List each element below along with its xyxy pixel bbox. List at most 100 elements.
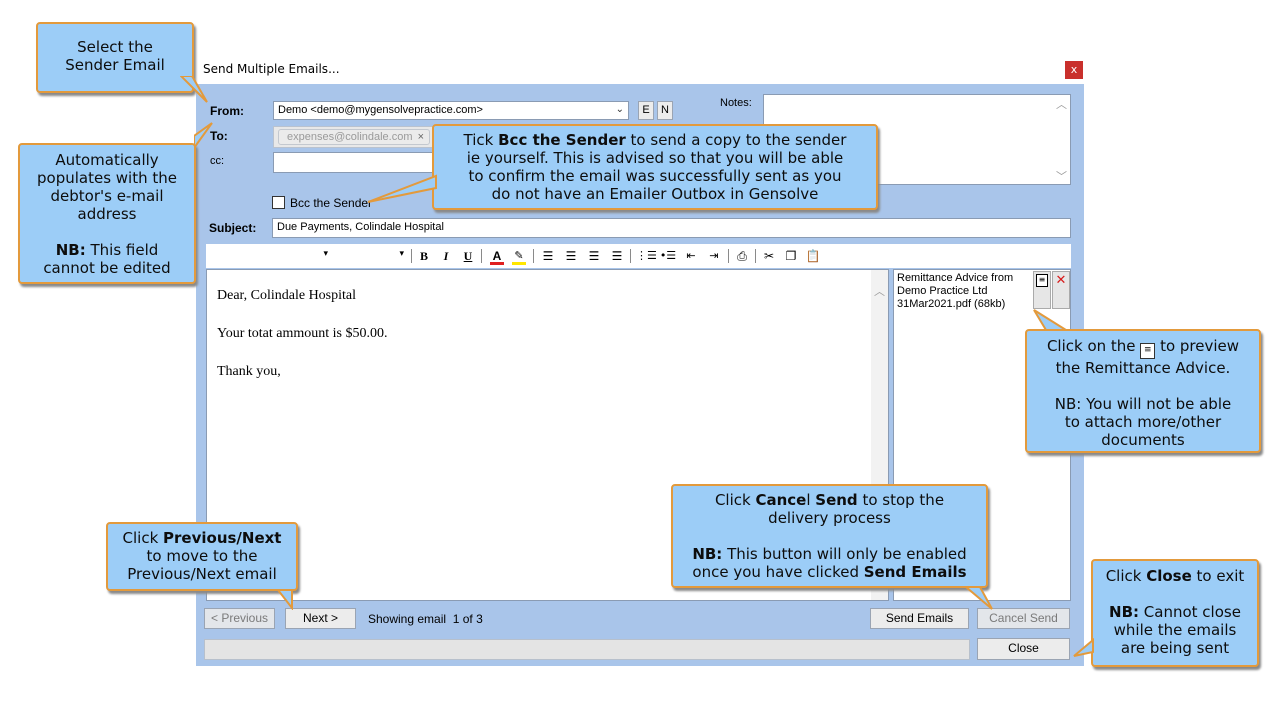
font-color-icon[interactable]: A bbox=[488, 247, 506, 265]
remove-attachment-button[interactable]: ✕ bbox=[1052, 271, 1070, 309]
callout-line: the Remittance Advice. bbox=[1055, 359, 1231, 377]
body-line: Your totat ammount is $50.00. bbox=[217, 326, 388, 341]
callout-bold: Send Emails bbox=[863, 563, 967, 581]
callout-line: cannot be edited bbox=[43, 259, 171, 277]
close-button[interactable]: Close bbox=[977, 638, 1070, 660]
callout-text: Click on the bbox=[1046, 337, 1141, 355]
callout-pointer bbox=[367, 174, 437, 203]
format-toolbar: ▾ ▾ B I U A ✎ ☰ ☰ ☰ ☰ ⋮☰ •☰ ⇤ ⇥ ⎙ ✂ ❐ 📋 bbox=[206, 244, 1071, 268]
callout-line: debtor's e-mail bbox=[50, 187, 164, 205]
previous-button[interactable]: < Previous bbox=[204, 608, 275, 629]
callout-line: NB: This field bbox=[26, 241, 188, 259]
callout-text: This field bbox=[85, 241, 159, 259]
copy-icon[interactable]: ❐ bbox=[782, 247, 800, 265]
callout-line: ie yourself. This is advised so that you… bbox=[466, 149, 844, 167]
callout-line: Click Cancel Send to stop the bbox=[679, 491, 980, 509]
from-select[interactable]: Demo <demo@mygensolvepractice.com> ⌄ bbox=[273, 101, 629, 120]
email-counter-value: 1 of 3 bbox=[452, 612, 483, 626]
outdent-icon[interactable]: ⇤ bbox=[682, 247, 700, 265]
from-n-button[interactable]: N bbox=[657, 101, 673, 120]
callout-text: to preview bbox=[1155, 337, 1240, 355]
numbered-list-icon[interactable]: ⋮☰ bbox=[636, 247, 657, 265]
cut-icon[interactable]: ✂ bbox=[760, 247, 778, 265]
next-button[interactable]: Next > bbox=[285, 608, 356, 629]
cancel-send-button[interactable]: Cancel Send bbox=[977, 608, 1070, 629]
callout-line: once you have clicked Send Emails bbox=[679, 563, 980, 581]
callout-text: : You will not be able bbox=[1076, 395, 1232, 413]
attachment-name: Remittance Advice from Demo Practice Ltd… bbox=[897, 272, 1013, 311]
callout-line: Select the bbox=[77, 38, 153, 56]
callout-sender-email: Select the Sender Email bbox=[36, 22, 194, 93]
callout-pointer bbox=[964, 586, 993, 610]
scroll-up-icon[interactable]: ︿ bbox=[1056, 99, 1067, 110]
from-select-value: Demo <demo@mygensolvepractice.com> bbox=[278, 104, 483, 116]
progress-bar bbox=[204, 639, 970, 660]
email-counter-prefix: Showing email bbox=[368, 612, 447, 626]
callout-bold: Send bbox=[815, 491, 858, 509]
from-label: From: bbox=[210, 104, 244, 118]
callout-text: Cannot close bbox=[1139, 603, 1241, 621]
font-family-select[interactable]: ▾ bbox=[208, 247, 328, 265]
callout-debtor-email: Automatically populates with the debtor'… bbox=[18, 143, 196, 284]
align-center-icon[interactable]: ☰ bbox=[562, 247, 580, 265]
callout-line: are being sent bbox=[1120, 639, 1230, 657]
chevron-down-icon: ⌄ bbox=[615, 104, 624, 115]
highlight-icon[interactable]: ✎ bbox=[510, 247, 528, 265]
toolbar-separator bbox=[728, 249, 729, 263]
callout-line: NB: Cannot close bbox=[1099, 603, 1251, 621]
bcc-checkbox[interactable] bbox=[272, 196, 285, 209]
callout-bold: Cance bbox=[755, 491, 807, 509]
scroll-down-icon[interactable]: ﹀ bbox=[1056, 171, 1067, 182]
callout-pointer bbox=[276, 589, 293, 610]
callout-bcc-sender: Tick Bcc the Sender to send a copy to th… bbox=[432, 124, 878, 210]
callout-line: documents bbox=[1101, 431, 1185, 449]
callout-bold: NB: bbox=[1109, 603, 1140, 621]
bold-icon[interactable]: B bbox=[415, 247, 433, 265]
indent-icon[interactable]: ⇥ bbox=[705, 247, 723, 265]
from-e-button[interactable]: E bbox=[638, 101, 654, 120]
callout-text: once you have clicked bbox=[692, 563, 864, 581]
italic-icon[interactable]: I bbox=[437, 247, 455, 265]
body-line: Thank you, bbox=[217, 364, 281, 379]
send-emails-button[interactable]: Send Emails bbox=[870, 608, 969, 629]
chevron-down-icon: ▾ bbox=[323, 249, 328, 259]
align-right-icon[interactable]: ☰ bbox=[585, 247, 603, 265]
callout-line: Click Previous/Next bbox=[114, 529, 290, 547]
callout-close: Click Close to exit NB: Cannot close whi… bbox=[1091, 559, 1259, 667]
callout-line: delivery process bbox=[768, 509, 891, 527]
align-left-icon[interactable]: ☰ bbox=[539, 247, 557, 265]
print-icon[interactable]: ⎙ bbox=[733, 247, 751, 265]
window-title: Send Multiple Emails... bbox=[203, 62, 340, 76]
callout-line: to confirm the email was successfully se… bbox=[468, 167, 842, 185]
callout-line: Click Close to exit bbox=[1099, 567, 1251, 585]
callout-line: address bbox=[77, 205, 137, 223]
font-size-select[interactable]: ▾ bbox=[332, 247, 404, 265]
callout-text: to stop the bbox=[857, 491, 945, 509]
callout-line: to move to the bbox=[146, 547, 258, 565]
callout-line: Sender Email bbox=[65, 56, 165, 74]
scroll-up-icon[interactable]: ︿ bbox=[874, 286, 885, 297]
callout-bold: NB: bbox=[692, 545, 723, 563]
close-icon: ✕ bbox=[1055, 273, 1067, 288]
email-counter: Showing email 1 of 3 bbox=[368, 612, 483, 626]
attachment-name-line: Remittance Advice from bbox=[897, 272, 1014, 284]
callout-preview: Click on the ≡ to preview the Remittance… bbox=[1025, 329, 1261, 453]
chevron-down-icon: ▾ bbox=[399, 249, 404, 259]
underline-icon[interactable]: U bbox=[459, 247, 477, 265]
callout-bold: Bcc the Sender bbox=[498, 131, 626, 149]
callout-text: This button will only be enabled bbox=[722, 545, 967, 563]
bcc-label: Bcc the Sender bbox=[290, 196, 373, 210]
window-close-button[interactable]: x bbox=[1065, 61, 1083, 79]
body-line: Dear, Colindale Hospital bbox=[217, 288, 357, 303]
bulleted-list-icon[interactable]: •☰ bbox=[659, 247, 677, 265]
token-remove-icon: × bbox=[417, 131, 424, 143]
callout-pointer bbox=[180, 76, 208, 103]
justify-icon[interactable]: ☰ bbox=[608, 247, 626, 265]
callout-text: to send a copy to the sender bbox=[625, 131, 847, 149]
font-color-bar bbox=[490, 262, 504, 265]
callout-line: NB: This button will only be enabled bbox=[679, 545, 980, 563]
paste-icon[interactable]: 📋 bbox=[804, 247, 822, 265]
preview-attachment-button[interactable]: ≡ bbox=[1033, 271, 1051, 309]
to-field: expenses@colindale.com × bbox=[273, 126, 438, 148]
subject-input[interactable]: Due Payments, Colindale Hospital bbox=[272, 218, 1071, 238]
